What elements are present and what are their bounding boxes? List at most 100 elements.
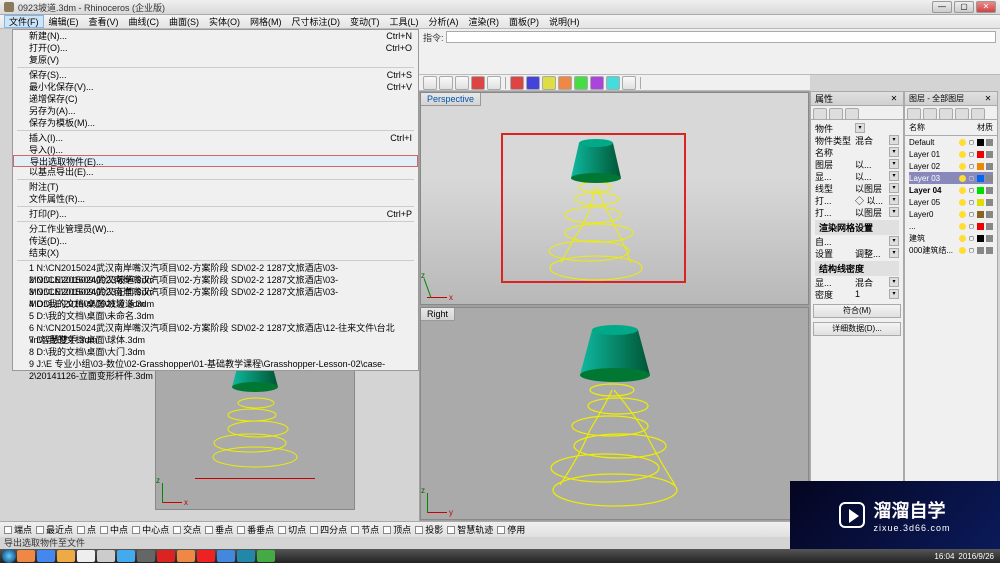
color-swatch[interactable] bbox=[977, 247, 984, 254]
material-swatch[interactable] bbox=[986, 247, 993, 254]
minimize-button[interactable]: — bbox=[932, 1, 952, 13]
layers-close-icon[interactable]: ✕ bbox=[983, 94, 993, 104]
menu-analyze[interactable]: 分析(A) bbox=[424, 15, 464, 28]
layer-row[interactable]: 000建筑结...◻ bbox=[909, 244, 993, 256]
osnap-check[interactable]: 停用 bbox=[497, 523, 525, 536]
dropdown-item[interactable]: 7 D:\我的文档\桌面\球体.3dm bbox=[13, 334, 418, 346]
vp-label-persp[interactable]: Perspective bbox=[421, 93, 481, 106]
dropdown-item[interactable]: 8 D:\我的文档\桌面\大门.3dm bbox=[13, 346, 418, 358]
bulb-icon[interactable] bbox=[959, 151, 966, 158]
layer-row[interactable]: Default◻ bbox=[909, 136, 993, 148]
prop-dropdown[interactable]: ▾ bbox=[889, 236, 899, 246]
lock-icon[interactable]: ◻ bbox=[968, 223, 975, 230]
tb-icon-5[interactable] bbox=[510, 76, 524, 90]
dropdown-item[interactable]: 文件属性(R)... bbox=[13, 193, 418, 205]
bulb-icon[interactable] bbox=[959, 247, 966, 254]
dropdown-item[interactable]: 传送(D)... bbox=[13, 235, 418, 247]
tb-icon-1[interactable] bbox=[423, 76, 437, 90]
dropdown-item[interactable]: 导出选取物件(E)... bbox=[13, 155, 418, 167]
lock-icon[interactable]: ◻ bbox=[968, 211, 975, 218]
tb-icon-9[interactable] bbox=[574, 76, 588, 90]
color-swatch[interactable] bbox=[977, 175, 984, 182]
layer-row[interactable]: Layer 02◻ bbox=[909, 160, 993, 172]
osnap-check[interactable]: 顶点 bbox=[383, 523, 411, 536]
material-swatch[interactable] bbox=[986, 211, 993, 218]
color-swatch[interactable] bbox=[977, 199, 984, 206]
ltb-5[interactable] bbox=[971, 108, 985, 120]
osnap-check[interactable]: 投影 bbox=[415, 523, 443, 536]
details-button[interactable]: 详细数据(D)... bbox=[813, 322, 901, 336]
dropdown-item[interactable]: 9 J:\E 专业小组\03-数位\02-Grasshopper\01-基础教学… bbox=[13, 358, 418, 370]
task-icon-7[interactable] bbox=[137, 550, 155, 562]
lock-icon[interactable]: ◻ bbox=[968, 235, 975, 242]
osnap-check[interactable]: 垂点 bbox=[205, 523, 233, 536]
lock-icon[interactable]: ◻ bbox=[968, 175, 975, 182]
material-swatch[interactable] bbox=[986, 139, 993, 146]
dropdown-item[interactable]: 最小化保存(V)...Ctrl+V bbox=[13, 81, 418, 93]
osnap-check[interactable]: 点 bbox=[77, 523, 96, 536]
material-swatch[interactable] bbox=[986, 235, 993, 242]
bulb-icon[interactable] bbox=[959, 139, 966, 146]
props-tab-3[interactable] bbox=[845, 108, 859, 120]
lock-icon[interactable]: ◻ bbox=[968, 163, 975, 170]
dropdown-item[interactable]: 以基点导出(E)... bbox=[13, 166, 418, 178]
dropdown-item[interactable]: 复原(V) bbox=[13, 54, 418, 66]
menu-help[interactable]: 说明(H) bbox=[544, 15, 585, 28]
menu-tools[interactable]: 工具(L) bbox=[385, 15, 424, 28]
task-icon-4[interactable] bbox=[77, 550, 95, 562]
layer-row[interactable]: Layer0◻ bbox=[909, 208, 993, 220]
lock-icon[interactable]: ◻ bbox=[968, 151, 975, 158]
layer-row[interactable]: Layer 04◻ bbox=[909, 184, 993, 196]
ltb-3[interactable] bbox=[939, 108, 953, 120]
lock-icon[interactable]: ◻ bbox=[968, 139, 975, 146]
viewport-right[interactable]: Right bbox=[420, 307, 809, 520]
menu-mesh[interactable]: 网格(M) bbox=[245, 15, 287, 28]
dropdown-item[interactable]: 6 N:\CN2015024武汉南岸嘴汉汽项目\02-方案阶段 SD\02-2 … bbox=[13, 322, 418, 334]
tb-icon-8[interactable] bbox=[558, 76, 572, 90]
osnap-check[interactable]: 节点 bbox=[351, 523, 379, 536]
layer-row[interactable]: Layer 01◻ bbox=[909, 148, 993, 160]
osnap-check[interactable]: 智慧轨迹 bbox=[447, 523, 493, 536]
ltb-4[interactable] bbox=[955, 108, 969, 120]
maximize-button[interactable]: ▢ bbox=[954, 1, 974, 13]
osnap-check[interactable]: 中心点 bbox=[132, 523, 169, 536]
lock-icon[interactable]: ◻ bbox=[968, 247, 975, 254]
prop-dropdown[interactable]: ▾ bbox=[889, 147, 899, 157]
prop-dropdown[interactable]: ▾ bbox=[889, 159, 899, 169]
menu-file[interactable]: 文件(F) bbox=[4, 15, 44, 28]
layer-row[interactable]: Layer 03◻ bbox=[909, 172, 993, 184]
menu-curve[interactable]: 曲线(C) bbox=[124, 15, 165, 28]
task-icon-5[interactable] bbox=[97, 550, 115, 562]
props-close-icon[interactable]: ✕ bbox=[889, 94, 899, 104]
prop-dropdown[interactable]: ▾ bbox=[889, 135, 899, 145]
ltb-2[interactable] bbox=[923, 108, 937, 120]
task-icon-8[interactable] bbox=[157, 550, 175, 562]
props-tab-1[interactable] bbox=[813, 108, 827, 120]
osnap-check[interactable]: 番垂点 bbox=[237, 523, 274, 536]
dropdown-item[interactable]: 2 N:\CN2015024武汉南岸嘴汉汽项目\02-方案阶段 SD\02-2 … bbox=[13, 274, 418, 286]
menu-render[interactable]: 渲染(R) bbox=[464, 15, 505, 28]
menu-dimension[interactable]: 尺寸标注(D) bbox=[287, 15, 346, 28]
dropdown-item[interactable]: 另存为(A)... bbox=[13, 105, 418, 117]
material-swatch[interactable] bbox=[986, 151, 993, 158]
menu-surface[interactable]: 曲面(S) bbox=[164, 15, 204, 28]
dropdown-item[interactable]: 打开(O)...Ctrl+O bbox=[13, 42, 418, 54]
dropdown-item[interactable]: 4 D:\我的文档\桌面\坡道.3dm bbox=[13, 298, 418, 310]
task-icon-3[interactable] bbox=[57, 550, 75, 562]
bulb-icon[interactable] bbox=[959, 187, 966, 194]
dropdown-item[interactable]: 3 N:\CN2015024武汉南岸嘴汉汽项目\02-方案阶段 SD\02-2 … bbox=[13, 286, 418, 298]
color-swatch[interactable] bbox=[977, 163, 984, 170]
task-icon-9[interactable] bbox=[177, 550, 195, 562]
color-swatch[interactable] bbox=[977, 211, 984, 218]
tb-icon-11[interactable] bbox=[606, 76, 620, 90]
menu-solid[interactable]: 实体(O) bbox=[204, 15, 245, 28]
color-swatch[interactable] bbox=[977, 235, 984, 242]
ltb-1[interactable] bbox=[907, 108, 921, 120]
dropdown-item[interactable]: 递增保存(C) bbox=[13, 93, 418, 105]
viewport-perspective[interactable]: Perspective bbox=[420, 92, 809, 305]
task-icon-11[interactable] bbox=[217, 550, 235, 562]
tb-icon-4[interactable] bbox=[487, 76, 501, 90]
material-swatch[interactable] bbox=[986, 223, 993, 230]
tb-icon-6[interactable] bbox=[526, 76, 540, 90]
tb-icon-12[interactable] bbox=[622, 76, 636, 90]
